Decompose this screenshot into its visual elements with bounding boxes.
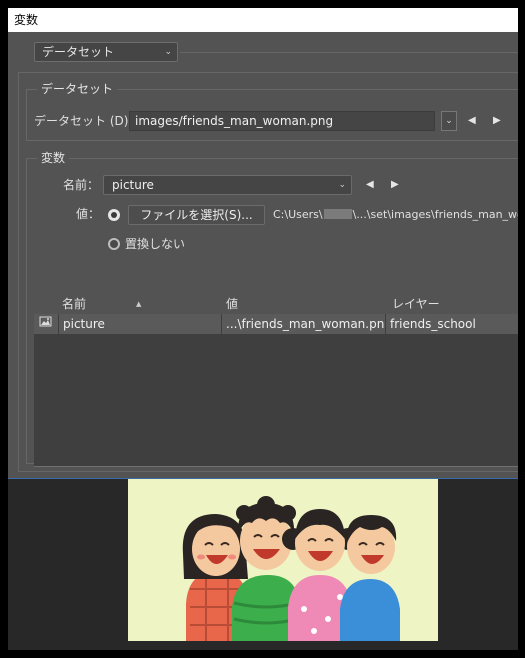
dataset-field-label: データセット (D)： [34,114,141,128]
previous-variable-button[interactable]: ◀ [366,175,374,195]
choose-file-button[interactable]: ファイルを選択(S)... [128,205,265,225]
name-label: 名前： [63,178,100,192]
value-label: 値： [76,207,101,221]
column-header-layer[interactable]: レイヤー [392,294,440,314]
column-header-name[interactable]: 名前 [62,294,86,314]
next-variable-button[interactable]: ▶ [391,175,399,195]
row-value: ...\friends_man_woman.png [221,314,385,334]
file-path-prefix: C:\Users\ [273,208,323,221]
sort-ascending-icon: ▲ [136,300,142,308]
separator [34,466,518,467]
dataset-group-label: データセット [37,81,118,97]
file-path: C:\Users\ \...\set\images\friends_man_wom… [273,205,518,225]
column-header-value[interactable]: 値 [226,294,238,314]
chevron-down-icon: ⌄ [164,47,172,57]
mode-select-value: データセット [42,45,115,59]
previous-dataset-button[interactable]: ◀ [468,111,476,131]
file-radio[interactable] [108,209,120,221]
variables-table: 名前 ▲ 値 レイヤー picture ...\friends_man_woma… [34,294,518,466]
row-layer: friends_school [385,314,518,334]
redacted-username [323,209,352,219]
variables-window: 変数 データセット ⌄ データセット データセット (D)： images/fr… [8,8,518,650]
mode-select[interactable]: データセット ⌄ [34,42,178,62]
table-header: 名前 ▲ 値 レイヤー [34,294,518,314]
row-name: picture [58,314,221,334]
separator [180,52,518,53]
document-canvas [8,478,518,650]
window-title: 変数 [8,8,518,32]
chevron-down-icon: ⌄ [445,116,453,126]
no-replace-label: 置換しない [125,237,186,251]
next-dataset-button[interactable]: ▶ [493,111,501,131]
chevron-down-icon: ⌄ [338,180,346,190]
table-row[interactable]: picture ...\friends_man_woman.png friend… [34,314,518,334]
dataset-dropdown-button[interactable]: ⌄ [441,111,457,131]
variable-name-select[interactable]: picture ⌄ [103,175,352,195]
file-path-suffix: \...\set\images\friends_man_woma [352,208,518,221]
friends-illustration [128,479,438,641]
variables-dialog: データセット ⌄ データセット データセット (D)： images/frien… [8,32,518,478]
dataset-field[interactable]: images/friends_man_woman.png [129,111,435,131]
variable-name-value: picture [112,178,154,192]
variables-group-label: 変数 [37,150,70,166]
no-replace-radio[interactable] [108,238,120,250]
image-variable-icon [34,314,58,334]
